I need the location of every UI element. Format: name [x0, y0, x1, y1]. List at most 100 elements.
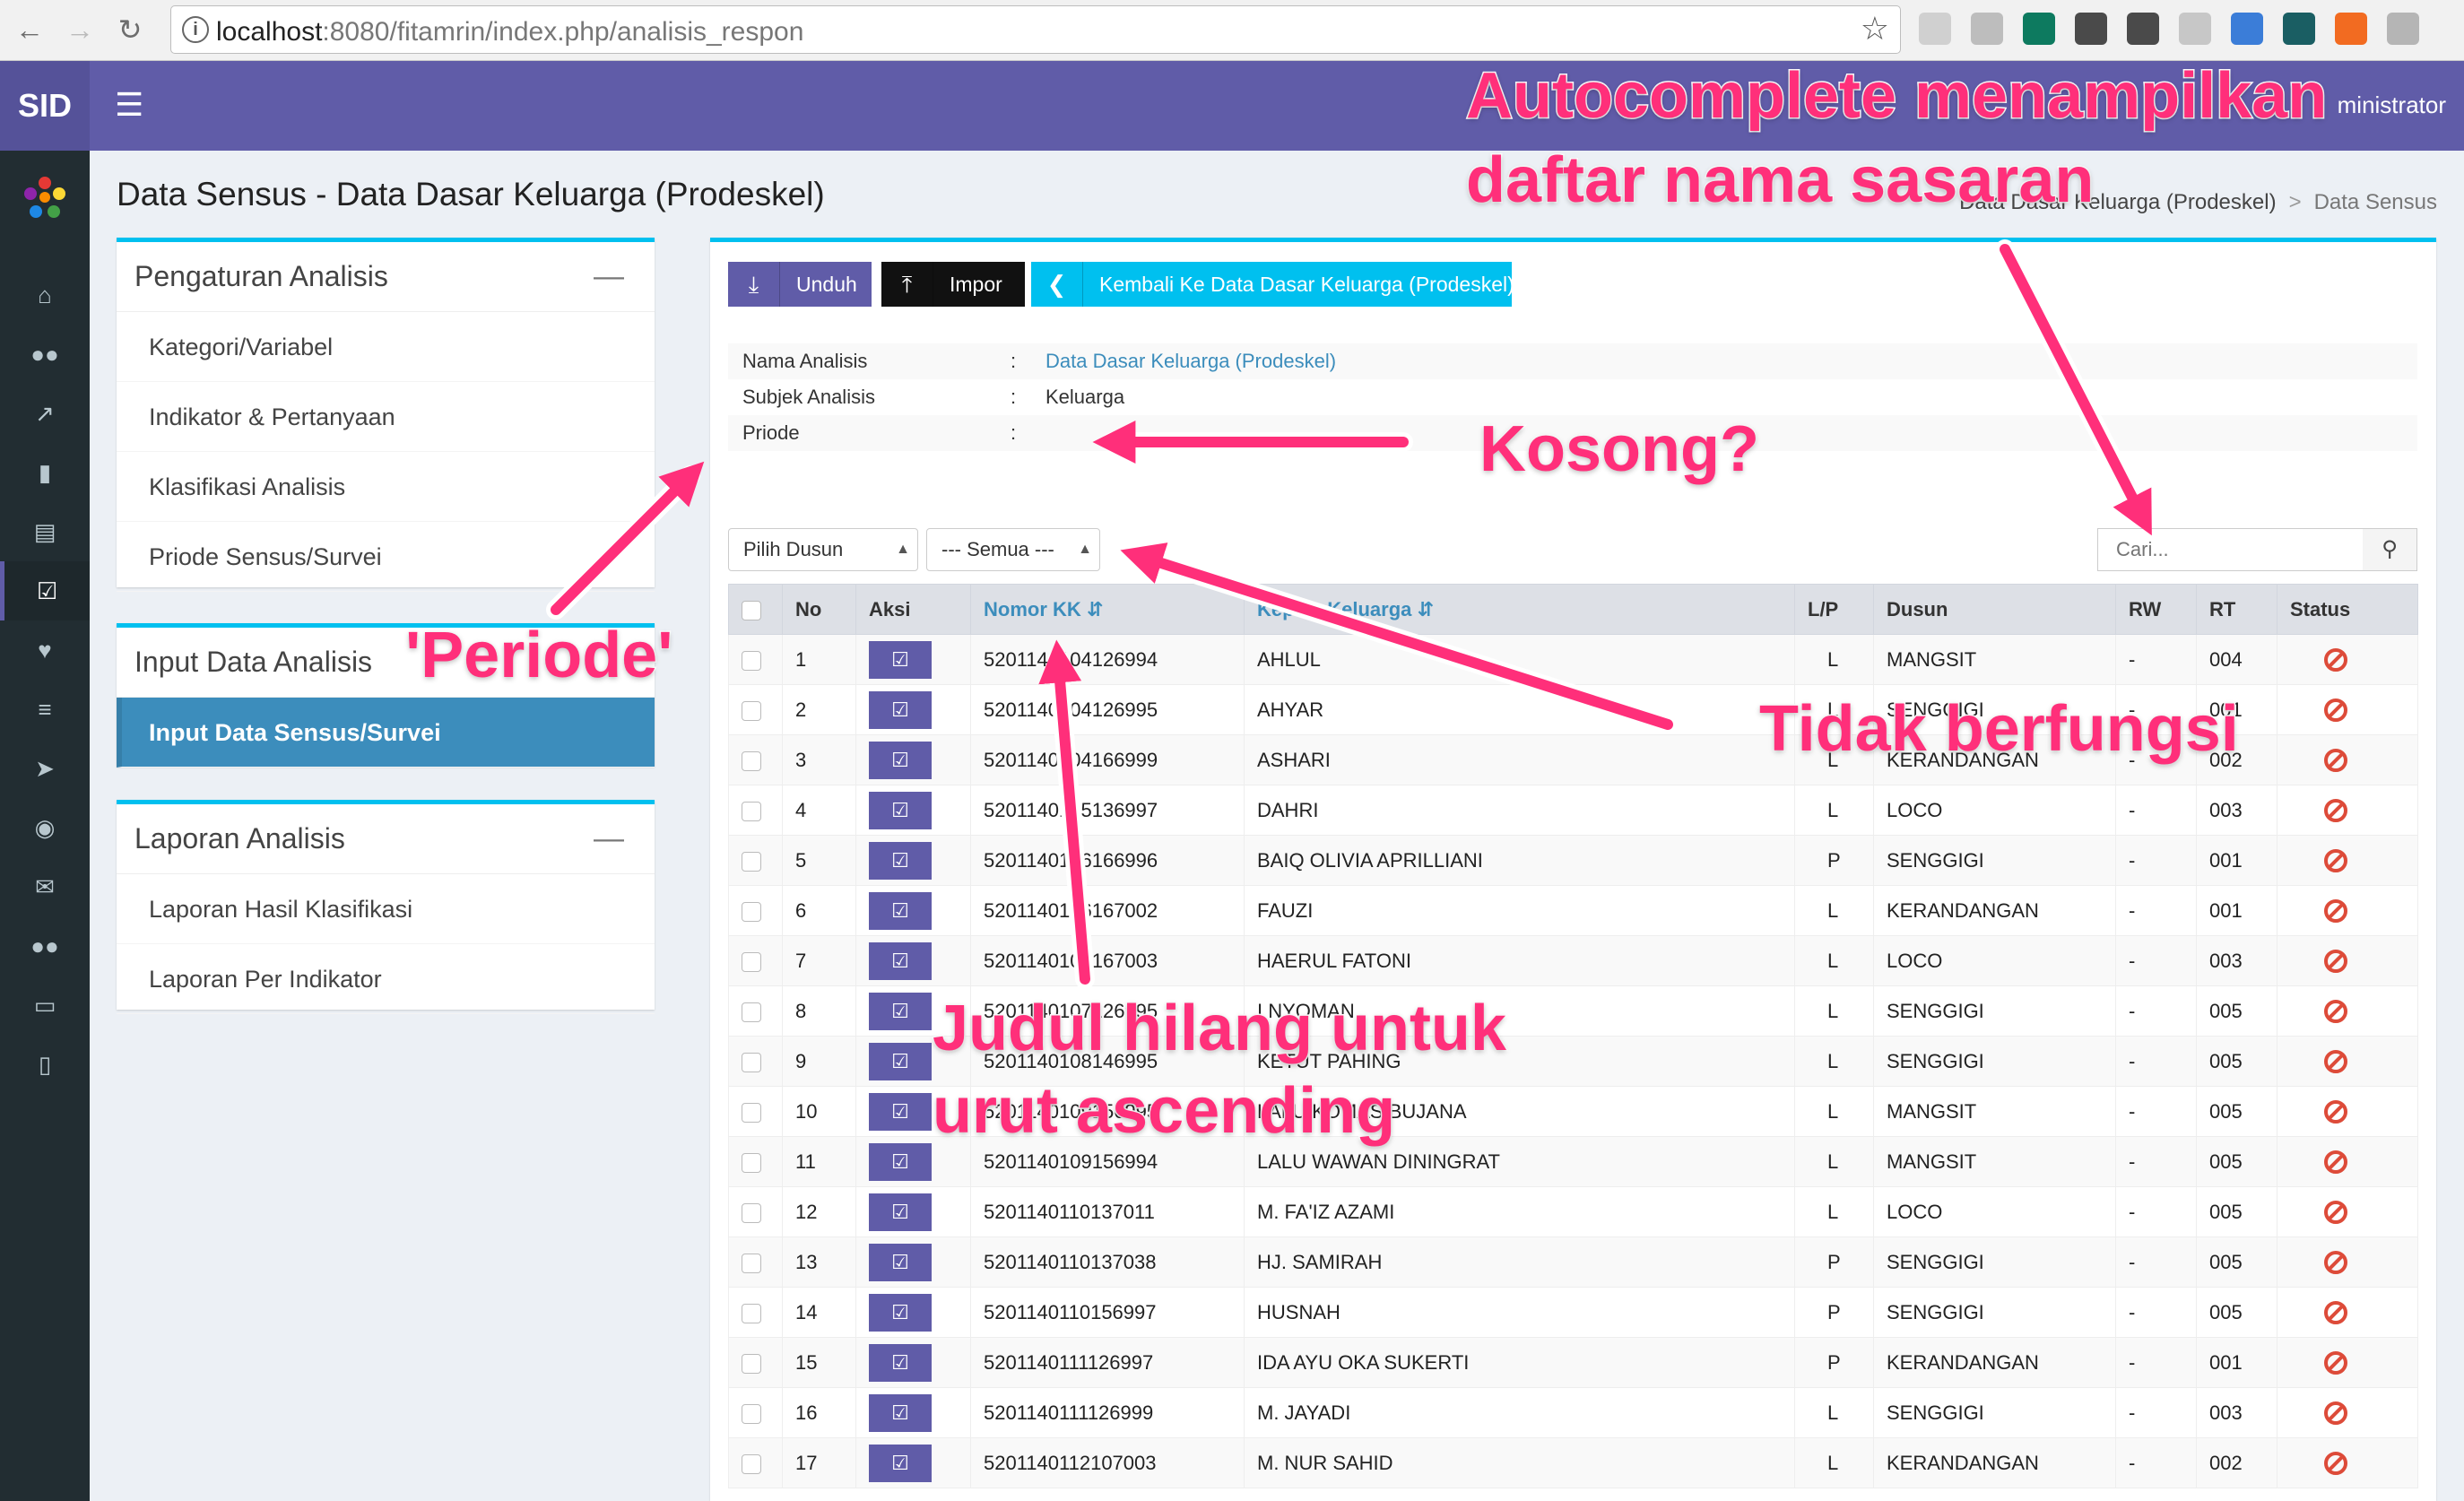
users-icon[interactable]: ●●	[0, 325, 90, 384]
impor-button[interactable]: ⤒ Impor	[881, 262, 1025, 307]
search-icon[interactable]: ⚲	[2363, 529, 2416, 570]
edit-check-icon[interactable]: ☑	[869, 1444, 932, 1482]
archive-icon[interactable]: ▤	[0, 502, 90, 561]
edit-check-icon[interactable]: ☑	[869, 1142, 932, 1181]
row-checkbox[interactable]	[728, 1086, 783, 1137]
inbox-icon[interactable]: ▯	[0, 1035, 90, 1094]
col-dusun[interactable]: Dusun	[1873, 584, 2116, 635]
menu-priode[interactable]: Priode Sensus/Survei	[117, 522, 655, 592]
row-checkbox[interactable]	[728, 785, 783, 836]
edit-check-icon[interactable]: ☑	[869, 690, 932, 729]
chart-icon[interactable]: ↗	[0, 384, 90, 443]
row-checkbox[interactable]	[728, 1437, 783, 1488]
info-icon[interactable]: i	[182, 16, 209, 43]
edit-check-icon[interactable]: ☑	[869, 891, 932, 930]
edit-check-icon[interactable]: ☑	[869, 1193, 932, 1231]
menu-klasifikasi[interactable]: Klasifikasi Analisis	[117, 452, 655, 522]
col-nomor-kk[interactable]: Nomor KK ⇵	[970, 584, 1245, 635]
kembali-button[interactable]: ❮ Kembali Ke Data Dasar Keluarga (Prodesk…	[1031, 262, 1514, 307]
dusun-select[interactable]: Pilih Dusun ▲	[728, 528, 918, 571]
edit-check-icon[interactable]: ☑	[869, 640, 932, 679]
menu-laporan-klasifikasi[interactable]: Laporan Hasil Klasifikasi	[117, 874, 655, 944]
collapse-icon[interactable]: —	[594, 804, 624, 872]
semua-select[interactable]: --- Semua --- ▲	[926, 528, 1100, 571]
extension-icon[interactable]	[1971, 13, 2003, 45]
edit-check-icon[interactable]: ☑	[869, 992, 932, 1030]
edit-check-icon[interactable]: ☑	[869, 1293, 932, 1332]
menu-input-data[interactable]: Input Data Sensus/Survei	[117, 698, 655, 768]
row-checkbox[interactable]	[728, 835, 783, 886]
cell-dusun: MANGSIT	[1873, 1086, 2116, 1137]
col-no[interactable]: No	[782, 584, 856, 635]
extension-icon[interactable]	[2075, 13, 2107, 45]
extension-icon[interactable]	[2127, 13, 2159, 45]
sliders-icon[interactable]: ≡	[0, 680, 90, 739]
select-all-checkbox[interactable]	[728, 584, 783, 635]
edit-check-icon[interactable]: ☑	[869, 1092, 932, 1131]
cell-status	[2277, 1236, 2418, 1288]
edit-check-icon[interactable]: ☑	[869, 1393, 932, 1432]
back-arrow-icon[interactable]: ←	[9, 9, 50, 50]
edit-check-icon[interactable]: ☑	[869, 841, 932, 880]
row-checkbox[interactable]	[728, 1186, 783, 1237]
brand-logo[interactable]: SID	[0, 61, 90, 151]
menu-laporan-indikator[interactable]: Laporan Per Indikator	[117, 944, 655, 1014]
reload-icon[interactable]: ↻	[109, 9, 151, 50]
col-rt[interactable]: RT	[2196, 584, 2277, 635]
extension-icon[interactable]	[2387, 13, 2419, 45]
col-kepala-keluarga[interactable]: Kepala Keluarga ⇵	[1244, 584, 1795, 635]
extension-icon[interactable]	[2023, 13, 2055, 45]
desktop-icon[interactable]: ▭	[0, 976, 90, 1035]
extension-icon[interactable]	[2179, 13, 2211, 45]
edit-check-icon[interactable]: ☑	[869, 741, 932, 779]
row-checkbox[interactable]	[728, 684, 783, 735]
cell-status	[2277, 1287, 2418, 1338]
extension-icon[interactable]	[2231, 13, 2263, 45]
extension-icon[interactable]	[2335, 13, 2367, 45]
forward-arrow-icon[interactable]: →	[59, 9, 100, 50]
collapse-icon[interactable]: —	[594, 242, 624, 310]
unduh-button[interactable]: ⤓ Unduh	[728, 262, 872, 307]
address-bar[interactable]: i localhost:8080/fitamrin/index.php/anal…	[170, 5, 1901, 54]
cell-nomor-kk: 5201140106167003	[970, 935, 1245, 986]
row-checkbox[interactable]	[728, 985, 783, 1037]
hamburger-icon[interactable]: ☰	[115, 86, 143, 124]
nama-analisis-link[interactable]: Data Dasar Keluarga (Prodeskel)	[1045, 343, 1336, 379]
row-checkbox[interactable]	[728, 734, 783, 785]
check-square-icon[interactable]: ☑	[0, 561, 90, 620]
row-checkbox[interactable]	[728, 1337, 783, 1388]
row-checkbox[interactable]	[728, 1236, 783, 1288]
row-checkbox[interactable]	[728, 935, 783, 986]
menu-kategori[interactable]: Kategori/Variabel	[117, 312, 655, 382]
edit-check-icon[interactable]: ☑	[869, 791, 932, 829]
row-checkbox[interactable]	[728, 1287, 783, 1338]
cell-dusun: SENGGIGI	[1873, 1287, 2116, 1338]
row-checkbox[interactable]	[728, 1136, 783, 1187]
sidebar: ⌂ ●● ↗ ▮ ▤ ☑ ♥ ≡ ➤ ◉ ✉ ●● ▭ ▯	[0, 151, 90, 1501]
col-lp[interactable]: L/P	[1794, 584, 1874, 635]
globe-icon[interactable]: ◉	[0, 798, 90, 857]
users-icon[interactable]: ●●	[0, 916, 90, 976]
edit-check-icon[interactable]: ☑	[869, 1343, 932, 1382]
edit-check-icon[interactable]: ☑	[869, 1042, 932, 1080]
user-menu[interactable]: ministrator	[2338, 91, 2446, 119]
row-checkbox[interactable]	[728, 634, 783, 685]
cell-status	[2277, 935, 2418, 986]
book-icon[interactable]: ▮	[0, 443, 90, 502]
extension-icon[interactable]	[2283, 13, 2315, 45]
select-arrow-icon: ▲	[1078, 542, 1092, 557]
search-input[interactable]	[2098, 529, 2364, 570]
edit-check-icon[interactable]: ☑	[869, 941, 932, 980]
row-checkbox[interactable]	[728, 1387, 783, 1438]
home-icon[interactable]: ⌂	[0, 265, 90, 325]
edit-check-icon[interactable]: ☑	[869, 1243, 932, 1281]
row-checkbox[interactable]	[728, 1036, 783, 1087]
envelope-icon[interactable]: ✉	[0, 857, 90, 916]
location-arrow-icon[interactable]: ➤	[0, 739, 90, 798]
heart-icon[interactable]: ♥	[0, 620, 90, 680]
row-checkbox[interactable]	[728, 885, 783, 936]
bookmark-star-icon[interactable]: ☆	[1861, 10, 1889, 48]
menu-indikator[interactable]: Indikator & Pertanyaan	[117, 382, 655, 452]
extension-icon[interactable]	[1919, 13, 1951, 45]
col-rw[interactable]: RW	[2115, 584, 2197, 635]
